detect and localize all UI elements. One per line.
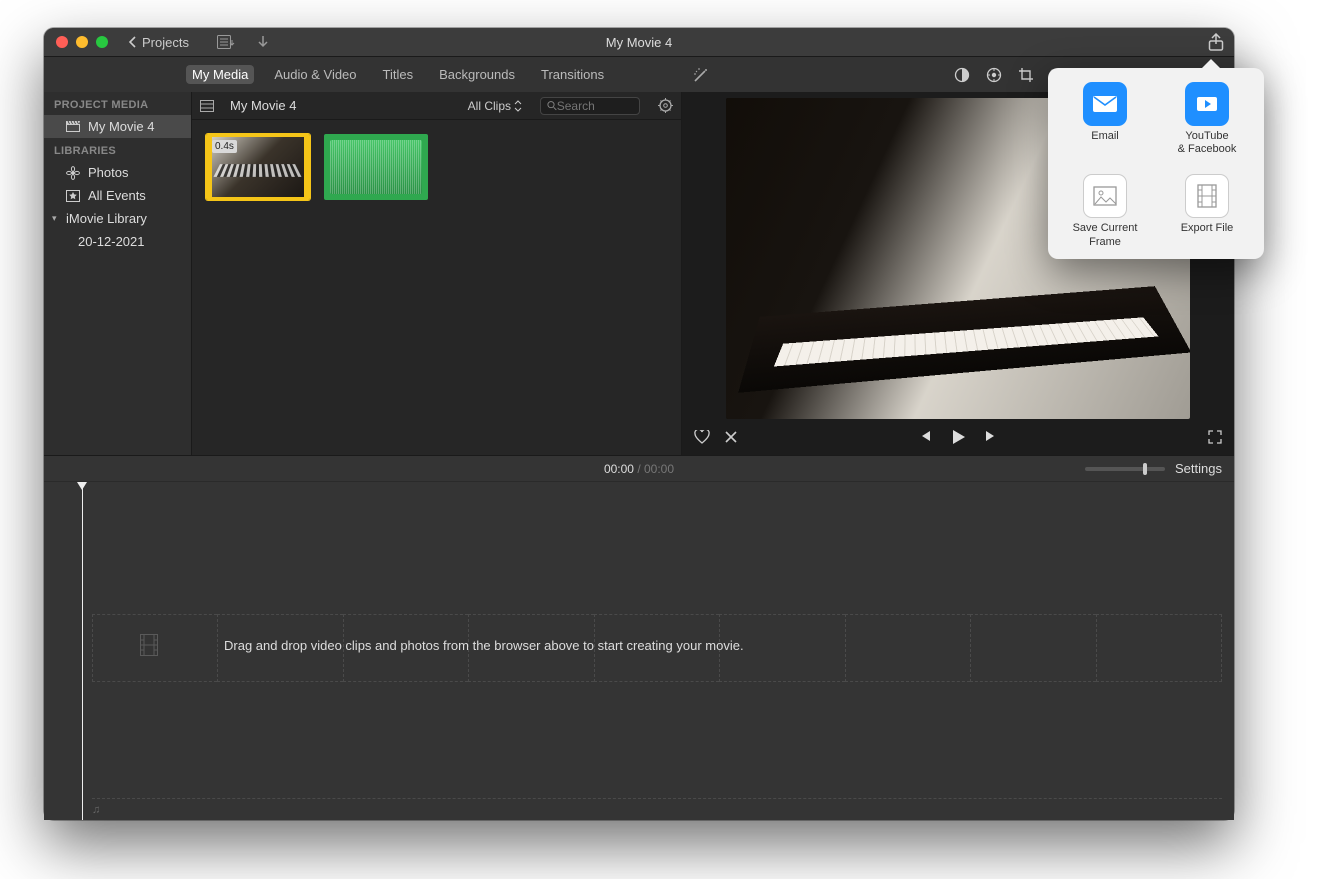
share-item-save-frame[interactable]: Save Current Frame bbox=[1056, 174, 1154, 248]
clip-duration-badge: 0.4s bbox=[212, 140, 237, 153]
share-item-email[interactable]: Email bbox=[1056, 82, 1154, 156]
timeline-body[interactable]: Drag and drop video clips and photos fro… bbox=[44, 482, 1234, 820]
sidebar-header-project-media: PROJECT MEDIA bbox=[44, 92, 191, 115]
tab-backgrounds[interactable]: Backgrounds bbox=[433, 65, 521, 84]
updown-chevron-icon bbox=[514, 100, 522, 112]
download-icon[interactable] bbox=[257, 35, 269, 49]
clapperboard-icon bbox=[66, 121, 80, 132]
email-icon bbox=[1083, 82, 1127, 126]
clip-trim-handle-left[interactable] bbox=[206, 137, 212, 197]
sidebar-event-label: 20-12-2021 bbox=[78, 234, 145, 249]
fullscreen-icon[interactable] bbox=[1208, 430, 1222, 444]
sidebar-item-project[interactable]: My Movie 4 bbox=[44, 115, 191, 138]
share-label-export-file: Export File bbox=[1181, 222, 1234, 235]
projects-label: Projects bbox=[142, 35, 189, 50]
list-view-icon[interactable] bbox=[200, 100, 214, 112]
search-field[interactable] bbox=[540, 97, 640, 115]
sidebar-photos-label: Photos bbox=[88, 165, 128, 180]
projects-back-button[interactable]: Projects bbox=[126, 35, 189, 50]
browser-project-name: My Movie 4 bbox=[230, 98, 296, 113]
reject-x-icon[interactable] bbox=[724, 430, 738, 444]
film-file-icon bbox=[1185, 174, 1229, 218]
clip-filter-label: All Clips bbox=[468, 99, 511, 113]
current-time: 00:00 bbox=[604, 462, 634, 476]
clip-filter-dropdown[interactable]: All Clips bbox=[468, 99, 522, 113]
settings-label: Settings bbox=[1175, 461, 1222, 476]
close-window-button[interactable] bbox=[56, 36, 68, 48]
next-frame-icon[interactable] bbox=[984, 429, 998, 445]
sidebar-library-label: iMovie Library bbox=[66, 211, 147, 226]
sidebar-header-libraries: LIBRARIES bbox=[44, 138, 191, 161]
music-note-icon: ♫ bbox=[92, 804, 100, 816]
share-item-export-file[interactable]: Export File bbox=[1158, 174, 1256, 248]
gear-icon[interactable] bbox=[658, 98, 673, 113]
tab-titles[interactable]: Titles bbox=[377, 65, 420, 84]
enhance-wand-icon[interactable] bbox=[692, 66, 710, 84]
video-clip-thumbnail[interactable]: 0.4s bbox=[206, 134, 310, 200]
share-popover: Email YouTube & Facebook Save Current Fr… bbox=[1048, 68, 1264, 259]
timeline-timecode: 00:00 / 00:00 bbox=[604, 462, 674, 476]
sidebar-project-label: My Movie 4 bbox=[88, 119, 154, 134]
total-time: 00:00 bbox=[644, 462, 674, 476]
sidebar-item-event[interactable]: 20-12-2021 bbox=[44, 230, 191, 253]
sidebar-item-photos[interactable]: Photos bbox=[44, 161, 191, 184]
zoom-window-button[interactable] bbox=[96, 36, 108, 48]
window-controls bbox=[56, 36, 108, 48]
playback-controls bbox=[682, 419, 1234, 455]
color-correction-icon[interactable] bbox=[986, 67, 1002, 83]
color-balance-icon[interactable] bbox=[954, 67, 970, 83]
sidebar-item-all-events[interactable]: All Events bbox=[44, 184, 191, 207]
prev-frame-icon[interactable] bbox=[918, 429, 932, 445]
sidebar-all-events-label: All Events bbox=[88, 188, 146, 203]
share-item-youtube-facebook[interactable]: YouTube & Facebook bbox=[1158, 82, 1256, 156]
share-label-email: Email bbox=[1091, 130, 1119, 143]
toolbar-left-icons bbox=[217, 35, 269, 49]
favorite-heart-icon[interactable] bbox=[694, 430, 710, 444]
sidebar-item-imovie-library[interactable]: ▾ iMovie Library bbox=[44, 207, 191, 230]
media-tabs: My Media Audio & Video Titles Background… bbox=[186, 65, 610, 84]
timeline: 00:00 / 00:00 Settings Drag and drop vid… bbox=[44, 455, 1234, 820]
share-grid: Email YouTube & Facebook Save Current Fr… bbox=[1056, 82, 1256, 249]
playhead[interactable] bbox=[82, 484, 83, 820]
sidebar: PROJECT MEDIA My Movie 4 LIBRARIES Photo… bbox=[44, 92, 192, 455]
search-input[interactable] bbox=[557, 99, 633, 113]
imovie-window: Projects My Movie 4 My Media Audio & Vid… bbox=[44, 28, 1234, 820]
import-media-icon[interactable] bbox=[217, 35, 235, 49]
image-frame-icon bbox=[1083, 174, 1127, 218]
play-icon[interactable] bbox=[950, 429, 966, 445]
share-label-youtube: YouTube & Facebook bbox=[1178, 130, 1237, 156]
share-button[interactable] bbox=[1208, 33, 1224, 51]
audio-waveform bbox=[330, 140, 422, 194]
share-label-save-frame: Save Current Frame bbox=[1056, 222, 1154, 248]
timeline-settings-button[interactable]: Settings bbox=[1085, 461, 1222, 476]
timeline-audio-row[interactable] bbox=[92, 798, 1222, 812]
youtube-icon bbox=[1185, 82, 1229, 126]
media-browser: My Movie 4 All Clips 0.4s bbox=[192, 92, 682, 455]
clips-area: 0.4s bbox=[192, 120, 681, 455]
search-icon bbox=[547, 100, 557, 111]
zoom-slider[interactable] bbox=[1085, 467, 1165, 471]
tab-audio-video[interactable]: Audio & Video bbox=[268, 65, 362, 84]
photos-flower-icon bbox=[66, 166, 80, 180]
star-box-icon bbox=[66, 190, 80, 202]
disclosure-triangle-icon[interactable]: ▾ bbox=[52, 213, 57, 224]
minimize-window-button[interactable] bbox=[76, 36, 88, 48]
clip-trim-handle-right[interactable] bbox=[304, 137, 310, 197]
browser-header: My Movie 4 All Clips bbox=[192, 92, 681, 120]
audio-clip-thumbnail[interactable] bbox=[324, 134, 428, 200]
tab-transitions[interactable]: Transitions bbox=[535, 65, 610, 84]
titlebar: Projects My Movie 4 bbox=[44, 28, 1234, 56]
crop-icon[interactable] bbox=[1018, 67, 1034, 83]
timeline-hint-text: Drag and drop video clips and photos fro… bbox=[224, 638, 744, 653]
tab-my-media[interactable]: My Media bbox=[186, 65, 254, 84]
timeline-header: 00:00 / 00:00 Settings bbox=[44, 456, 1234, 482]
